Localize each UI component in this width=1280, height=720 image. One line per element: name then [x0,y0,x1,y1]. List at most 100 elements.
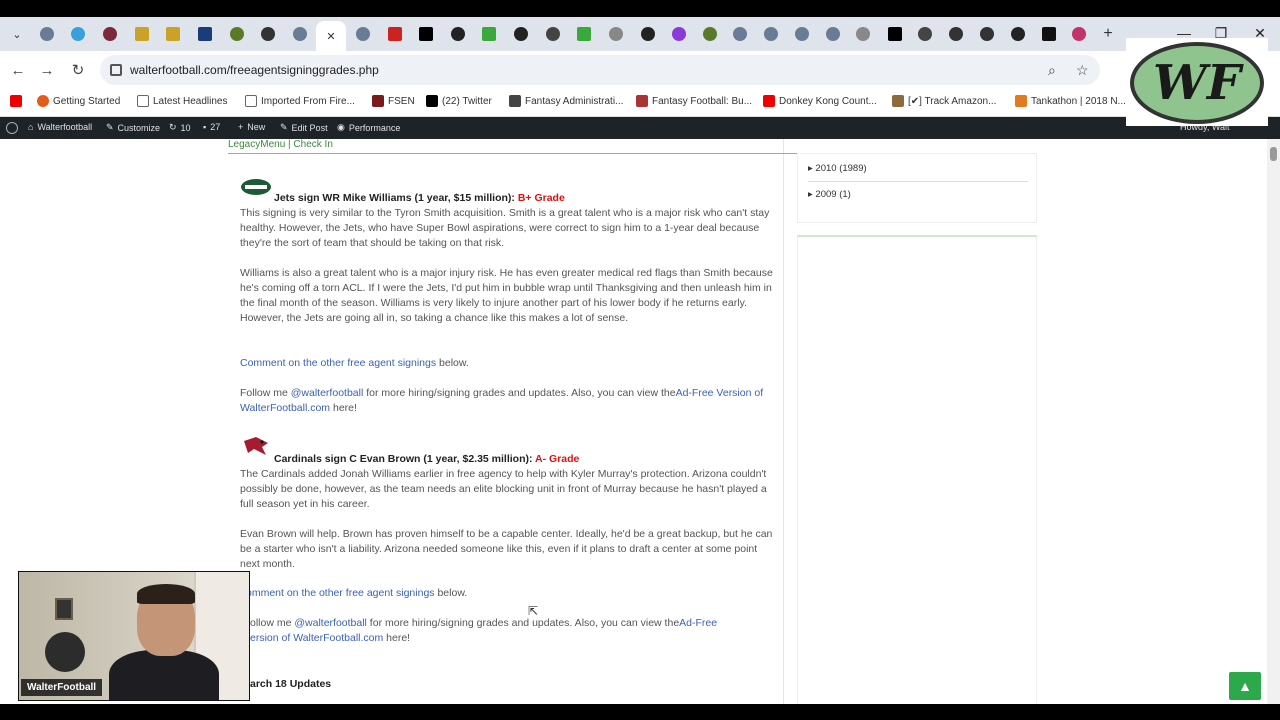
folder-icon [245,95,257,107]
tab[interactable] [791,23,813,45]
section-heading: arch 18 Updates [250,678,332,690]
tab[interactable] [637,23,659,45]
address-bar[interactable]: walterfootball.com/freeagentsigninggrade… [100,55,1100,85]
browser-toolbar: ← → ↻ walterfootball.com/freeagentsignin… [0,51,1280,89]
wp-site-link[interactable]: ⌂ Walterfootball [28,122,92,132]
tab[interactable] [605,23,627,45]
tab[interactable] [352,23,374,45]
bookmark-youtube[interactable] [10,95,22,107]
wp-customize-link[interactable]: ✎ Customize [106,122,160,133]
bookmark-item[interactable]: Fantasy Administrati... [509,95,623,107]
bookmark-star-icon[interactable]: ☆ [1076,62,1089,79]
tab[interactable] [729,23,751,45]
active-tab[interactable]: ✕ [316,21,346,51]
archive-link[interactable]: ▸ 2009 (1) [808,189,851,200]
tab[interactable] [67,23,89,45]
legacy-menu-links[interactable]: LegacyMenu | Check In [228,139,333,150]
bookmark-item[interactable]: (22) Twitter [426,95,492,107]
browser-tab-strip: ⌄ ✕ + — ❐ ✕ [0,17,1280,51]
tab[interactable] [699,23,721,45]
wp-edit-post-link[interactable]: ✎ Edit Post [280,122,328,133]
tab[interactable] [822,23,844,45]
divider [808,181,1028,182]
ad-free-link[interactable]: ersion of WalterFootball.com [250,632,383,644]
site-info-icon[interactable] [110,64,122,76]
tab[interactable] [945,23,967,45]
tab[interactable] [668,23,690,45]
jets-logo-icon [241,179,271,195]
twitter-handle-link[interactable]: @walterfootball [291,387,364,399]
tab[interactable] [884,23,906,45]
scrollbar-thumb[interactable] [1270,147,1277,161]
wf-logo-text: WF [1153,55,1241,111]
youtube-icon [10,95,22,107]
bookmarks-bar: Getting Started Latest Headlines Importe… [0,89,1280,117]
tab[interactable] [914,23,936,45]
wp-updates-link[interactable]: ↻ 10 [169,122,191,133]
new-tab-button[interactable]: + [1097,23,1119,45]
archive-link[interactable]: ▸ 2010 (1989) [808,163,867,174]
back-arrow-icon[interactable]: ← [8,61,28,81]
article-paragraph: The Cardinals added Jonah Williams earli… [240,468,767,510]
ad-free-link[interactable]: Ad-Free [679,617,717,629]
wp-comments-link[interactable]: ▪ 27 [203,122,220,132]
grade-badge: B+ Grade [517,192,565,204]
tab[interactable] [573,23,595,45]
twitter-handle-link[interactable]: @walterfootball [294,617,367,629]
tab[interactable] [226,23,248,45]
tab[interactable] [852,23,874,45]
tab[interactable] [415,23,437,45]
tab[interactable] [447,23,469,45]
comment-link[interactable]: omment on the other free agent signings [246,587,435,599]
bottom-edge [0,704,1280,720]
close-tab-icon[interactable]: ✕ [326,30,335,43]
tab[interactable] [131,23,153,45]
webcam-name-label: WalterFootball [21,679,103,696]
wp-performance-link[interactable]: ◉ Performance [337,122,400,133]
tab[interactable] [542,23,564,45]
bookmark-item[interactable]: Imported From Fire... [245,95,355,107]
page-scrollbar[interactable] [1267,139,1280,704]
updates-icon: ↻ [169,122,177,132]
tab[interactable] [760,23,782,45]
reload-icon[interactable]: ↻ [68,61,88,81]
tab[interactable] [478,23,500,45]
comment-link[interactable]: Comment on the other free agent signings [240,357,436,369]
cardinals-logo-icon [244,437,268,455]
tab[interactable] [36,23,58,45]
wordpress-logo-icon[interactable] [6,122,18,134]
tab[interactable] [194,23,216,45]
forward-arrow-icon[interactable]: → [37,61,57,81]
bookmark-item[interactable]: Latest Headlines [137,95,228,107]
bookmark-item[interactable]: Donkey Kong Count... [763,95,877,107]
tab[interactable] [289,23,311,45]
cardinals-headline: Cardinals sign C Evan Brown (1 year, $2.… [274,453,580,465]
pencil-icon: ✎ [280,122,288,132]
article-paragraph: This signing is very similar to the Tyro… [240,207,770,249]
zoom-icon[interactable]: ⌕ [1048,62,1056,79]
article-paragraph: Williams is also a great talent who is a… [240,267,773,324]
tab[interactable] [384,23,406,45]
tab[interactable] [976,23,998,45]
tankathon-icon [1015,95,1027,107]
bookmark-item[interactable]: Tankathon | 2018 N... [1015,95,1126,107]
tab[interactable] [162,23,184,45]
sidebar-column [797,237,1037,704]
tab[interactable] [1068,23,1090,45]
tab[interactable] [257,23,279,45]
back-to-top-button[interactable]: ▲ [1229,672,1261,700]
bookmark-item[interactable]: Fantasy Football: Bu... [636,95,752,107]
tab[interactable] [99,23,121,45]
tab-list-chevron-icon[interactable]: ⌄ [6,23,28,45]
tab[interactable] [510,23,532,45]
tab[interactable] [1038,23,1060,45]
wp-new-link[interactable]: + New [238,122,265,132]
tab[interactable] [1007,23,1029,45]
bookmark-item[interactable]: FSEN [372,95,415,107]
home-icon: ⌂ [28,122,34,132]
follow-line-cont: ersion of WalterFootball.com here! [250,632,411,644]
bookmark-item[interactable]: [✔] Track Amazon... [892,95,996,107]
bookmark-item[interactable]: Getting Started [37,95,120,107]
url-text[interactable]: walterfootball.com/freeagentsigninggrade… [130,63,379,77]
wf-logo: WF [1126,38,1268,126]
